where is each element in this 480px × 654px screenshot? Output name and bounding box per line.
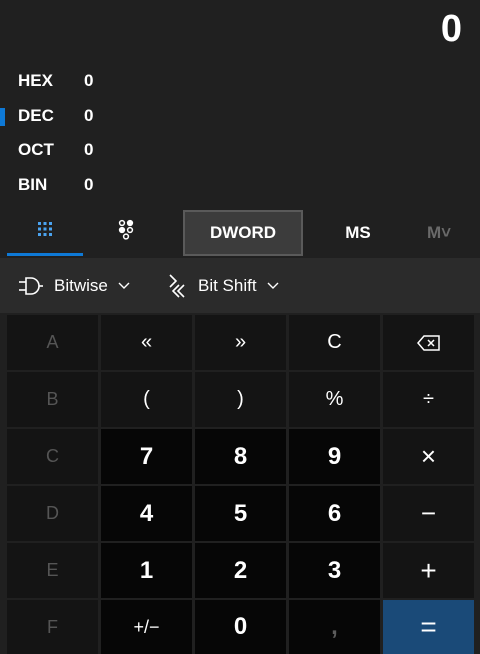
clear-button[interactable]: C <box>289 315 380 370</box>
digit-0-button[interactable]: 0 <box>195 600 286 654</box>
chevron-down-icon <box>267 282 279 290</box>
divide-button[interactable]: ÷ <box>383 372 474 427</box>
radix-row-dec[interactable]: DEC 0 <box>0 99 480 134</box>
hex-a-button[interactable]: A <box>7 315 98 370</box>
word-size-button[interactable]: DWORD <box>183 210 303 256</box>
keypad: A « » C B ( ) % ÷ C 7 8 9 × D 4 5 6 − E … <box>0 313 480 654</box>
backspace-icon <box>416 334 441 351</box>
tab-bit-toggling[interactable] <box>88 207 164 255</box>
right-shift-button[interactable]: » <box>195 315 286 370</box>
digit-4-button[interactable]: 4 <box>101 486 192 541</box>
modulo-button[interactable]: % <box>289 372 380 427</box>
full-keypad-icon <box>36 220 54 243</box>
digit-2-button[interactable]: 2 <box>195 543 286 598</box>
mode-bar: DWORD MS M˅ <box>0 207 480 257</box>
bit-toggling-icon <box>116 218 136 245</box>
radix-value: 0 <box>84 140 94 160</box>
memory-recall-button[interactable]: M˅ <box>404 210 474 256</box>
hex-c-button[interactable]: C <box>7 429 98 484</box>
subtract-button[interactable]: − <box>383 486 474 541</box>
radix-row-hex[interactable]: HEX 0 <box>0 64 480 99</box>
left-shift-button[interactable]: « <box>101 315 192 370</box>
active-radix-indicator <box>0 107 5 126</box>
hex-f-button[interactable]: F <box>7 600 98 654</box>
result-display: 0 <box>440 8 462 50</box>
bitwise-dropdown[interactable]: Bitwise <box>18 258 130 313</box>
digit-5-button[interactable]: 5 <box>195 486 286 541</box>
calculator-window: 0 HEX 0 DEC 0 OCT 0 BIN 0 DWORD MS M˅ Bi… <box>0 0 480 654</box>
radix-row-bin[interactable]: BIN 0 <box>0 168 480 203</box>
radix-label: HEX <box>18 71 53 91</box>
active-tab-underline <box>7 253 83 256</box>
memory-store-button[interactable]: MS <box>320 210 396 256</box>
radix-list: HEX 0 DEC 0 OCT 0 BIN 0 <box>0 64 480 202</box>
decimal-separator-button[interactable]: , <box>289 600 380 654</box>
bitwise-gate-icon <box>18 276 44 296</box>
bit-shift-icon <box>166 273 188 299</box>
operator-bar: Bitwise Bit Shift <box>0 258 480 313</box>
digit-6-button[interactable]: 6 <box>289 486 380 541</box>
radix-label: OCT <box>18 140 54 160</box>
radix-label: DEC <box>18 105 54 125</box>
radix-value: 0 <box>84 174 94 194</box>
radix-label: BIN <box>18 174 48 194</box>
bitwise-label: Bitwise <box>54 275 108 295</box>
negate-button[interactable]: +/− <box>101 600 192 654</box>
add-button[interactable]: + <box>383 543 474 598</box>
radix-row-oct[interactable]: OCT 0 <box>0 133 480 168</box>
hex-d-button[interactable]: D <box>7 486 98 541</box>
hex-e-button[interactable]: E <box>7 543 98 598</box>
chevron-down-icon <box>118 282 130 290</box>
bit-shift-label: Bit Shift <box>198 275 257 295</box>
open-paren-button[interactable]: ( <box>101 372 192 427</box>
digit-1-button[interactable]: 1 <box>101 543 192 598</box>
radix-value: 0 <box>84 71 94 91</box>
digit-7-button[interactable]: 7 <box>101 429 192 484</box>
tab-full-keypad[interactable] <box>7 207 83 255</box>
bit-shift-dropdown[interactable]: Bit Shift <box>166 258 279 313</box>
digit-9-button[interactable]: 9 <box>289 429 380 484</box>
close-paren-button[interactable]: ) <box>195 372 286 427</box>
backspace-button[interactable] <box>383 315 474 370</box>
digit-8-button[interactable]: 8 <box>195 429 286 484</box>
equals-button[interactable]: = <box>383 600 474 654</box>
hex-b-button[interactable]: B <box>7 372 98 427</box>
radix-value: 0 <box>84 105 94 125</box>
multiply-button[interactable]: × <box>383 429 474 484</box>
digit-3-button[interactable]: 3 <box>289 543 380 598</box>
